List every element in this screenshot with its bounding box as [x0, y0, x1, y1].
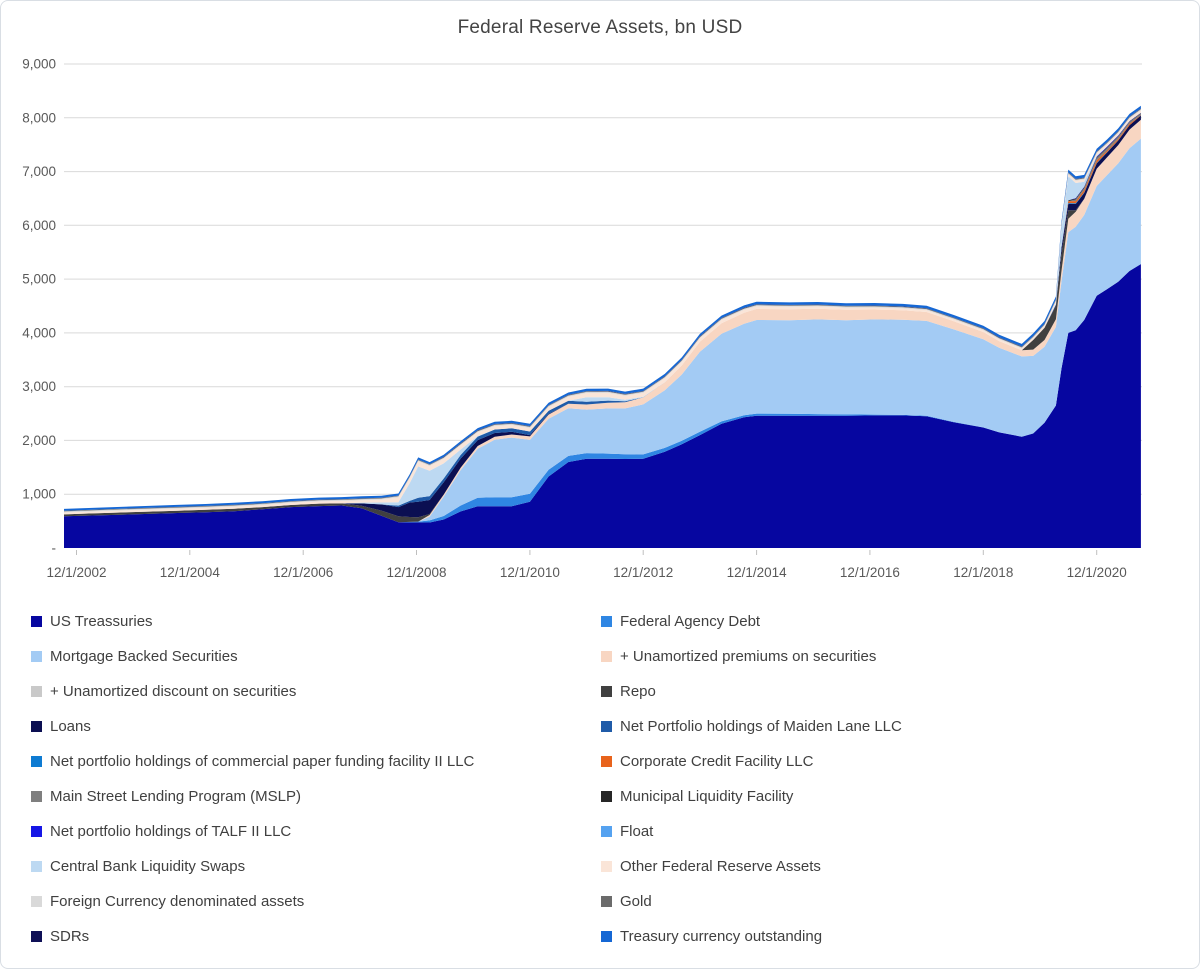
y-axis-label: 9,000	[22, 57, 56, 72]
legend-swatch	[31, 896, 42, 907]
legend-item-federal-agency-debt: Federal Agency Debt	[601, 610, 1181, 632]
legend-item-label: SDRs	[50, 928, 89, 945]
legend-item-sdrs: SDRs	[31, 925, 601, 947]
x-axis-label: 12/1/2004	[160, 565, 221, 580]
legend-item-float: Float	[601, 820, 1181, 842]
legend-swatch	[31, 651, 42, 662]
y-axis-label: 8,000	[22, 110, 56, 125]
y-axis-label: 7,000	[22, 164, 56, 179]
x-axis-label: 12/1/2006	[273, 565, 333, 580]
legend-swatch	[31, 756, 42, 767]
legend-swatch	[601, 931, 612, 942]
legend-swatch	[31, 721, 42, 732]
legend-item-net-portfolio-holdings-of-commercial-paper-funding-facility-ii-llc: Net portfolio holdings of commercial pap…	[31, 750, 601, 772]
y-axis-label: 4,000	[22, 325, 56, 340]
chart-container: Federal Reserve Assets, bn USD 9,0008,00…	[0, 0, 1200, 969]
x-axis-label: 12/1/2008	[386, 565, 446, 580]
legend-swatch	[601, 616, 612, 627]
legend-swatch	[31, 791, 42, 802]
legend-swatch	[31, 861, 42, 872]
legend-swatch	[31, 931, 42, 942]
legend-item-repo: Repo	[601, 680, 1181, 702]
legend-swatch	[601, 756, 612, 767]
legend-swatch	[31, 826, 42, 837]
y-axis-label: -	[52, 541, 57, 556]
legend-item-label: + Unamortized premiums on securities	[620, 648, 876, 665]
x-axis-label: 12/1/2014	[727, 565, 788, 580]
legend-item-foreign-currency-denominated-assets: Foreign Currency denominated assets	[31, 890, 601, 912]
legend-item-label: Municipal Liquidity Facility	[620, 788, 793, 805]
legend-item-label: Gold	[620, 893, 652, 910]
x-axis-label: 12/1/2016	[840, 565, 900, 580]
legend-item-label: Loans	[50, 718, 91, 735]
legend-item-label: Mortgage Backed Securities	[50, 648, 238, 665]
legend-item-mortgage-backed-securities: Mortgage Backed Securities	[31, 645, 601, 667]
legend-item-label: Corporate Credit Facility LLC	[620, 753, 813, 770]
y-axis-label: 5,000	[22, 272, 56, 287]
y-axis-label: 6,000	[22, 218, 56, 233]
legend-item-label: Other Federal Reserve Assets	[620, 858, 821, 875]
x-axis-label: 12/1/2002	[46, 565, 106, 580]
y-axis-label: 3,000	[22, 379, 56, 394]
legend-item-unamortized-premiums-on-securities: + Unamortized premiums on securities	[601, 645, 1181, 667]
legend-item-label: Float	[620, 823, 653, 840]
legend-item-label: Foreign Currency denominated assets	[50, 893, 304, 910]
legend-item-label: + Unamortized discount on securities	[50, 683, 296, 700]
legend-swatch	[601, 651, 612, 662]
legend-swatch	[601, 826, 612, 837]
legend-swatch	[601, 686, 612, 697]
legend-item-net-portfolio-holdings-of-talf-ii-llc: Net portfolio holdings of TALF II LLC	[31, 820, 601, 842]
legend-swatch	[31, 686, 42, 697]
legend-item-label: Net portfolio holdings of commercial pap…	[50, 753, 474, 770]
legend-item-label: Central Bank Liquidity Swaps	[50, 858, 245, 875]
x-axis-label: 12/1/2020	[1067, 565, 1127, 580]
legend-swatch	[601, 721, 612, 732]
x-axis-label: 12/1/2012	[613, 565, 673, 580]
y-axis-label: 2,000	[22, 433, 56, 448]
legend-item-gold: Gold	[601, 890, 1181, 912]
legend-swatch	[31, 616, 42, 627]
legend-item-municipal-liquidity-facility: Municipal Liquidity Facility	[601, 785, 1181, 807]
chart-legend: US Treassuries Federal Agency Debt Mortgag…	[31, 610, 1181, 947]
legend-item-corporate-credit-facility-llc: Corporate Credit Facility LLC	[601, 750, 1181, 772]
legend-item-unamortized-discount-on-securities: + Unamortized discount on securities	[31, 680, 601, 702]
legend-item-label: US Treassuries	[50, 613, 153, 630]
legend-item-other-federal-reserve-assets: Other Federal Reserve Assets	[601, 855, 1181, 877]
y-axis-label: 1,000	[22, 487, 56, 502]
legend-swatch	[601, 896, 612, 907]
x-axis-label: 12/1/2010	[500, 565, 560, 580]
stacked-area-plot: 9,000 8,000 7,000 6,000 5,000 4,000 3,000 2,000…	[1, 1, 1200, 601]
x-axis-label: 12/1/2018	[953, 565, 1013, 580]
legend-item-label: Treasury currency outstanding	[620, 928, 822, 945]
legend-item-treasury-currency-outstanding: Treasury currency outstanding	[601, 925, 1181, 947]
legend-swatch	[601, 791, 612, 802]
legend-item-loans: Loans	[31, 715, 601, 737]
legend-item-net-portfolio-holdings-of-maiden-lane-llc: Net Portfolio holdings of Maiden Lane LL…	[601, 715, 1181, 737]
legend-item-label: Net portfolio holdings of TALF II LLC	[50, 823, 291, 840]
legend-item-us-treassuries: US Treassuries	[31, 610, 601, 632]
legend-item-label: Federal Agency Debt	[620, 613, 760, 630]
legend-item-main-street-lending-program-mslp: Main Street Lending Program (MSLP)	[31, 785, 601, 807]
legend-item-central-bank-liquidity-swaps: Central Bank Liquidity Swaps	[31, 855, 601, 877]
legend-item-label: Net Portfolio holdings of Maiden Lane LL…	[620, 718, 902, 735]
legend-item-label: Main Street Lending Program (MSLP)	[50, 788, 301, 805]
legend-item-label: Repo	[620, 683, 656, 700]
legend-swatch	[601, 861, 612, 872]
